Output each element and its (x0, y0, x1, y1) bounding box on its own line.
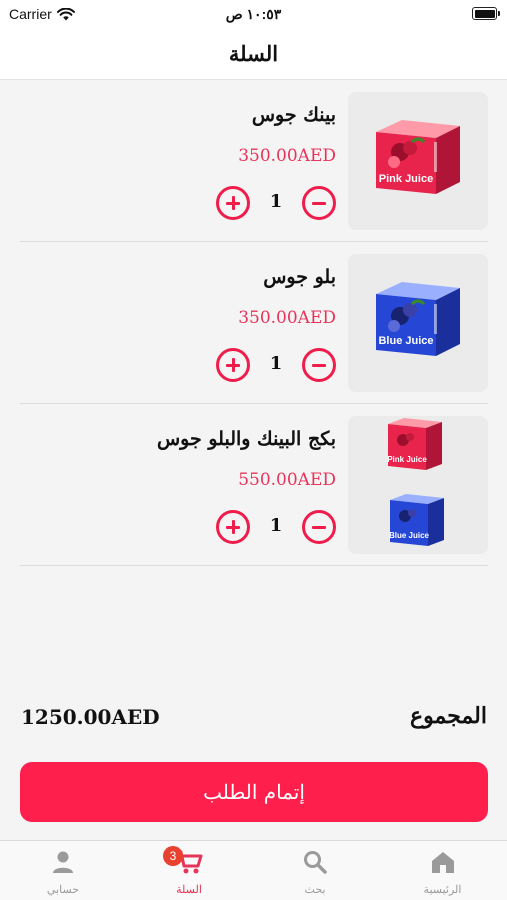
box-label: Pink Juice (379, 173, 433, 185)
decrease-quantity-button[interactable] (302, 510, 336, 544)
blue-juice-box: Blue Juice (376, 282, 460, 356)
box-label: Blue Juice (378, 335, 433, 347)
quantity-value: 1 (269, 353, 283, 374)
increase-quantity-button[interactable] (216, 510, 250, 544)
cart-item: Pink Juice بينك جوس 350.00AED 1 (20, 80, 488, 242)
product-image: Blue Juice (348, 254, 488, 392)
item-price: 350.00AED (238, 308, 336, 328)
total-label: المجموع (410, 703, 487, 729)
battery-icon (472, 7, 500, 20)
tab-bar: حسابي السلة بحث الرئيسية 3 (0, 840, 507, 900)
quantity-stepper: 1 (216, 348, 336, 382)
home-icon (431, 852, 454, 873)
cart-count-badge: 3 (163, 846, 183, 866)
juice-bundle-image: Pink Juice Blue Juice (387, 418, 444, 546)
tab-label: بحث (304, 883, 326, 896)
person-icon (53, 851, 73, 873)
item-price: 550.00AED (238, 470, 336, 490)
item-name: بينك جوس (251, 104, 336, 126)
item-price: 350.00AED (238, 146, 336, 166)
quantity-value: 1 (269, 191, 283, 212)
tab-account[interactable]: حسابي (0, 841, 126, 900)
box-label: Blue Juice (389, 531, 430, 540)
pink-juice-box: Pink Juice (376, 120, 460, 194)
increase-quantity-button[interactable] (216, 348, 250, 382)
tab-label: الرئيسية (423, 883, 462, 896)
product-image: Pink Juice (348, 92, 488, 230)
quantity-stepper: 1 (216, 186, 336, 220)
checkout-button[interactable]: إتمام الطلب (20, 762, 488, 822)
product-image: Pink Juice Blue Juice (348, 416, 488, 554)
status-time: ١٠:٥٣ ص (225, 6, 282, 22)
increase-quantity-button[interactable] (216, 186, 250, 220)
decrease-quantity-button[interactable] (302, 348, 336, 382)
page-title: السلة (228, 41, 279, 66)
search-icon (304, 851, 327, 874)
quantity-value: 1 (269, 515, 283, 536)
cart-item: Blue Juice بلو جوس 350.00AED 1 (20, 242, 488, 404)
decrease-quantity-button[interactable] (302, 186, 336, 220)
tab-search[interactable]: بحث (252, 841, 378, 900)
total-value: 1250.00AED (21, 705, 160, 729)
status-bar: Carrier ١٠:٥٣ ص (0, 0, 507, 28)
box-label: Pink Juice (387, 455, 427, 464)
tab-cart[interactable]: السلة (126, 841, 252, 900)
nav-bar: السلة (0, 28, 507, 80)
tab-label: السلة (176, 883, 202, 896)
cart-item: Pink Juice Blue Juice بكج البينك والبلو … (20, 404, 488, 566)
cart-list: Pink Juice بينك جوس 350.00AED 1 Blue Jui… (20, 80, 488, 566)
tab-home[interactable]: الرئيسية (378, 841, 507, 900)
tab-label: حسابي (46, 883, 80, 896)
quantity-stepper: 1 (216, 510, 336, 544)
item-name: بكج البينك والبلو جوس (156, 428, 336, 450)
item-name: بلو جوس (263, 266, 336, 288)
